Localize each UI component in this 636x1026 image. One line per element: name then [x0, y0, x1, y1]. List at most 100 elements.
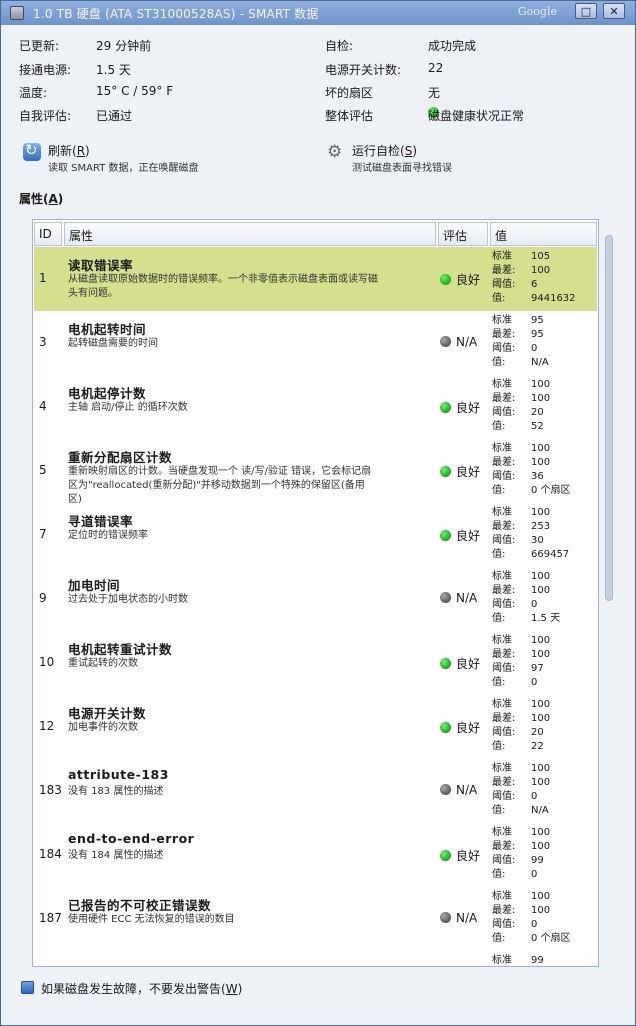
title-bar[interactable]: 1.0 TB 硬盘 (ATA ST31000528AS) - SMART 数据 …: [1, 1, 635, 25]
no-warning-checkbox[interactable]: [21, 981, 34, 994]
attribute-id: 10: [39, 655, 55, 669]
close-button[interactable]: ✕: [603, 3, 625, 19]
value-key: 标准: [492, 379, 512, 390]
value-key: 标准: [492, 955, 512, 966]
overall-assessment-label: 整体评估: [325, 109, 374, 123]
value-norm: 100: [531, 379, 551, 390]
table-row[interactable]: 标准 99: [34, 951, 597, 966]
attributes-heading-end: ): [57, 192, 64, 206]
value-line: 标准 100: [492, 570, 596, 584]
value-worst: 100: [531, 905, 551, 916]
selftest-title-text: 运行自检(: [352, 144, 405, 158]
table-row[interactable]: 9 加电时间 过去处于加电状态的小时数 N/A 标准 100 最差: 100 阈值: 0 值: 1.5…: [34, 567, 597, 631]
value-line: 最差: 100: [492, 712, 596, 726]
value-norm: 100: [531, 507, 551, 518]
value-key: 标准: [492, 315, 512, 326]
selftest-title-end: ): [412, 144, 417, 158]
column-header-value[interactable]: 值: [490, 222, 597, 246]
value-line: 阈值: 36: [492, 470, 596, 484]
value-line: 最差: 100: [492, 584, 596, 598]
table-row[interactable]: 3 电机起转时间 起转磁盘需要的时间 N/A 标准 95 最差: 95 阈值: 0 值: N/A: [34, 311, 597, 375]
table-row[interactable]: 1 读取错误率 从磁盘读取原始数据时的错误频率。一个非零值表示磁盘表面或读写磁头有问…: [34, 247, 597, 311]
value-thresh: 20: [531, 727, 544, 738]
status-na-icon: [440, 784, 451, 795]
table-row[interactable]: 10 电机起转重试计数 重试起转的次数 良好 标准 100 最差: 100 阈值: 97 值: 0: [34, 631, 597, 695]
value-key: 最差:: [492, 777, 516, 788]
table-header: ID 属性 评估 值: [34, 222, 597, 246]
value-key: 值:: [492, 805, 506, 816]
attribute-id: 187: [39, 911, 62, 925]
value-line: 值: 1.5 天: [492, 612, 596, 626]
attribute-name: end-to-end-error: [68, 831, 195, 846]
value-line: 最差: 100: [492, 776, 596, 790]
value-raw: N/A: [531, 805, 549, 816]
vertical-scrollbar[interactable]: [605, 235, 613, 601]
attribute-values: 标准 105 最差: 100 阈值: 6 值: 9441632: [492, 250, 596, 306]
assessment-text: N/A: [456, 783, 478, 797]
value-key: 值:: [492, 869, 506, 880]
value-thresh: 6: [531, 279, 538, 290]
attribute-description: 从磁盘读取原始数据时的错误频率。一个非零值表示磁盘表面或读写磁头有问题。: [68, 274, 378, 299]
value-thresh: 20: [531, 407, 544, 418]
attribute-id: 9: [39, 591, 47, 605]
refresh-icon: [23, 141, 41, 161]
column-header-assessment[interactable]: 评估: [438, 222, 488, 246]
attributes-heading: 属性(A): [19, 190, 63, 207]
attribute-id: 183: [39, 783, 62, 797]
status-good-icon: [440, 722, 451, 733]
value-thresh: 0: [531, 599, 538, 610]
attribute-id: 5: [39, 463, 47, 477]
assessment: N/A: [440, 591, 477, 605]
value-line: 标准 100: [492, 826, 596, 840]
attribute-id: 4: [39, 399, 47, 413]
table-row[interactable]: 5 重新分配扇区计数 重新映射扇区的计数。当硬盘发现一个 读/写/验证 错误，它会标…: [34, 439, 597, 505]
table-row[interactable]: 4 电机起停计数 主轴 启动/停止 的循环次数 良好 标准 100 最差: 100 阈值: 20 值…: [34, 375, 597, 439]
attribute-description: 定位时的错误频率: [68, 530, 148, 541]
attribute-values: 标准 100 最差: 100 阈值: 97 值: 0: [492, 634, 596, 690]
updated-label: 已更新:: [19, 39, 60, 53]
value-thresh: 30: [531, 535, 544, 546]
value-norm: 99: [531, 955, 544, 966]
poweron-value: 1.5 天: [96, 63, 131, 77]
table-row[interactable]: 183 attribute-183 没有 183 属性的描述 N/A 标准 100 最差: 1…: [34, 759, 597, 823]
assessment-text: N/A: [456, 591, 478, 605]
value-thresh: 97: [531, 663, 544, 674]
value-line: 最差: 253: [492, 520, 596, 534]
attribute-description: 没有 183 属性的描述: [68, 786, 164, 797]
run-selftest-button[interactable]: ⚙ 运行自检(S) 测试磁盘表面寻找错误: [327, 141, 587, 177]
attribute-values: 标准 100 最差: 253 阈值: 30 值: 669457: [492, 506, 596, 562]
value-line: 最差: 100: [492, 456, 596, 470]
column-header-id[interactable]: ID: [34, 222, 62, 246]
table-row[interactable]: 187 已报告的不可校正错误数 使用硬件 ECC 无法恢复的错误的数目 N/A 标准 10…: [34, 887, 597, 951]
attribute-description: 重新映射扇区的计数。当硬盘发现一个 读/写/验证 错误，它会标记扇区为"real…: [68, 466, 372, 505]
restore-button[interactable]: □: [575, 3, 597, 19]
no-warning-label[interactable]: 如果磁盘发生故障，不要发出警告(W): [41, 980, 242, 997]
selftest-label: 自检:: [325, 39, 354, 53]
value-thresh: 99: [531, 855, 544, 866]
value-line: 值: N/A: [492, 804, 596, 818]
attribute-values: 标准 100 最差: 100 阈值: 20 值: 22: [492, 698, 596, 754]
attributes-table[interactable]: ID 属性 评估 值 1 读取错误率 从磁盘读取原始数据时的错误频率。一个非零值表示…: [32, 219, 599, 967]
refresh-button[interactable]: 刷新(R) 读取 SMART 数据，正在唤醒磁盘: [23, 141, 263, 177]
value-raw: 52: [531, 421, 544, 432]
warning-checkbox-row[interactable]: 如果磁盘发生故障，不要发出警告(W): [21, 979, 621, 999]
assessment: 良好: [440, 271, 480, 288]
attribute-name: attribute-183: [68, 767, 169, 782]
value-key: 阈值:: [492, 919, 516, 930]
value-key: 阈值:: [492, 535, 516, 546]
value-key: 值:: [492, 549, 506, 560]
gears-icon: ⚙: [327, 142, 343, 162]
table-row[interactable]: 12 电源开关计数 加电事件的次数 良好 标准 100 最差: 100 阈值: 20 值: 22: [34, 695, 597, 759]
table-row[interactable]: 7 寻道错误率 定位时的错误频率 良好 标准 100 最差: 253 阈值: 30 值: 669457: [34, 503, 597, 567]
column-header-attribute[interactable]: 属性: [64, 222, 436, 246]
value-line: 值: 0 个扇区: [492, 484, 596, 498]
bad-sectors-label: 坏的扇区: [325, 86, 374, 100]
value-worst: 100: [531, 585, 551, 596]
value-raw: 0 个扇区: [531, 933, 571, 944]
table-row[interactable]: 184 end-to-end-error 没有 184 属性的描述 良好 标准 100 最差…: [34, 823, 597, 887]
value-norm: 100: [531, 571, 551, 582]
status-good-icon: [440, 402, 451, 413]
value-norm: 105: [531, 251, 551, 262]
google-brand: Google: [517, 5, 557, 18]
attribute-name: 电源开关计数: [68, 706, 147, 721]
